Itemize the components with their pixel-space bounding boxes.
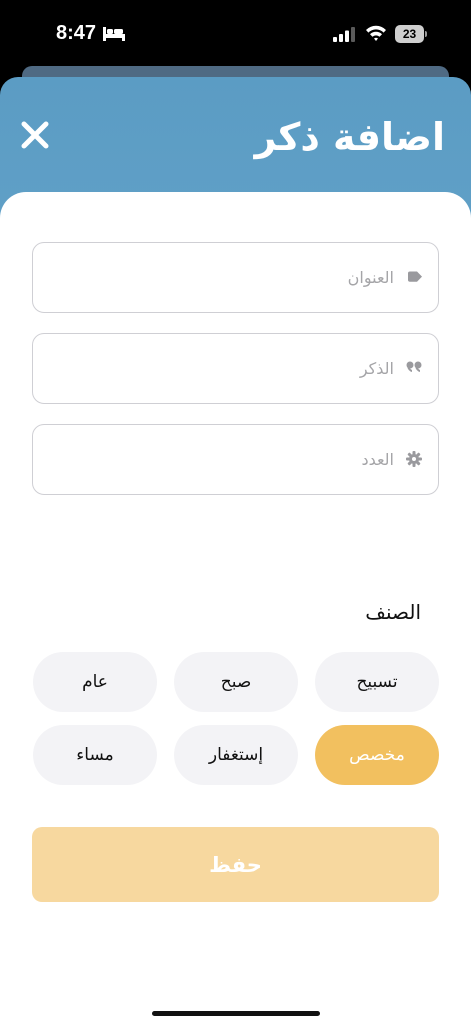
bed-icon: [103, 27, 125, 41]
battery-icon: 23: [395, 25, 427, 43]
category-chip-tasbih[interactable]: تسبيح: [315, 652, 439, 712]
save-button[interactable]: حفظ: [32, 827, 439, 902]
signal-icon: [333, 27, 355, 42]
add-dhikr-sheet: اضافة ذكر العنوان الذكر العدد الصنف تسبي…: [0, 77, 471, 1024]
category-chip-morning[interactable]: صبح: [174, 652, 298, 712]
tag-icon: [408, 271, 422, 282]
wifi-icon: [366, 25, 386, 41]
title-field[interactable]: [32, 242, 439, 313]
count-input[interactable]: [74, 425, 394, 493]
count-field[interactable]: [32, 424, 439, 495]
home-indicator[interactable]: [152, 1011, 320, 1016]
quote-icon: [406, 361, 422, 372]
dhikr-field[interactable]: [32, 333, 439, 404]
close-button[interactable]: [20, 120, 50, 150]
category-chip-evening[interactable]: مساء: [33, 725, 157, 785]
battery-level: 23: [395, 25, 424, 43]
form-content: الصنف تسبيح صبح عام مخصص إستغفار مساء حف…: [0, 192, 471, 1024]
category-label: الصنف: [365, 600, 421, 624]
page-title: اضافة ذكر: [254, 115, 445, 159]
category-chip-general[interactable]: عام: [33, 652, 157, 712]
close-icon: [21, 121, 49, 149]
category-chip-custom[interactable]: مخصص: [315, 725, 439, 785]
category-chip-istighfar[interactable]: إستغفار: [174, 725, 298, 785]
gear-icon: [406, 451, 422, 467]
status-time: 8:47: [56, 22, 97, 44]
status-bar: 8:47 23: [0, 0, 471, 70]
battery-tip: [425, 31, 427, 37]
dhikr-input[interactable]: [74, 334, 394, 402]
title-input[interactable]: [74, 243, 394, 311]
